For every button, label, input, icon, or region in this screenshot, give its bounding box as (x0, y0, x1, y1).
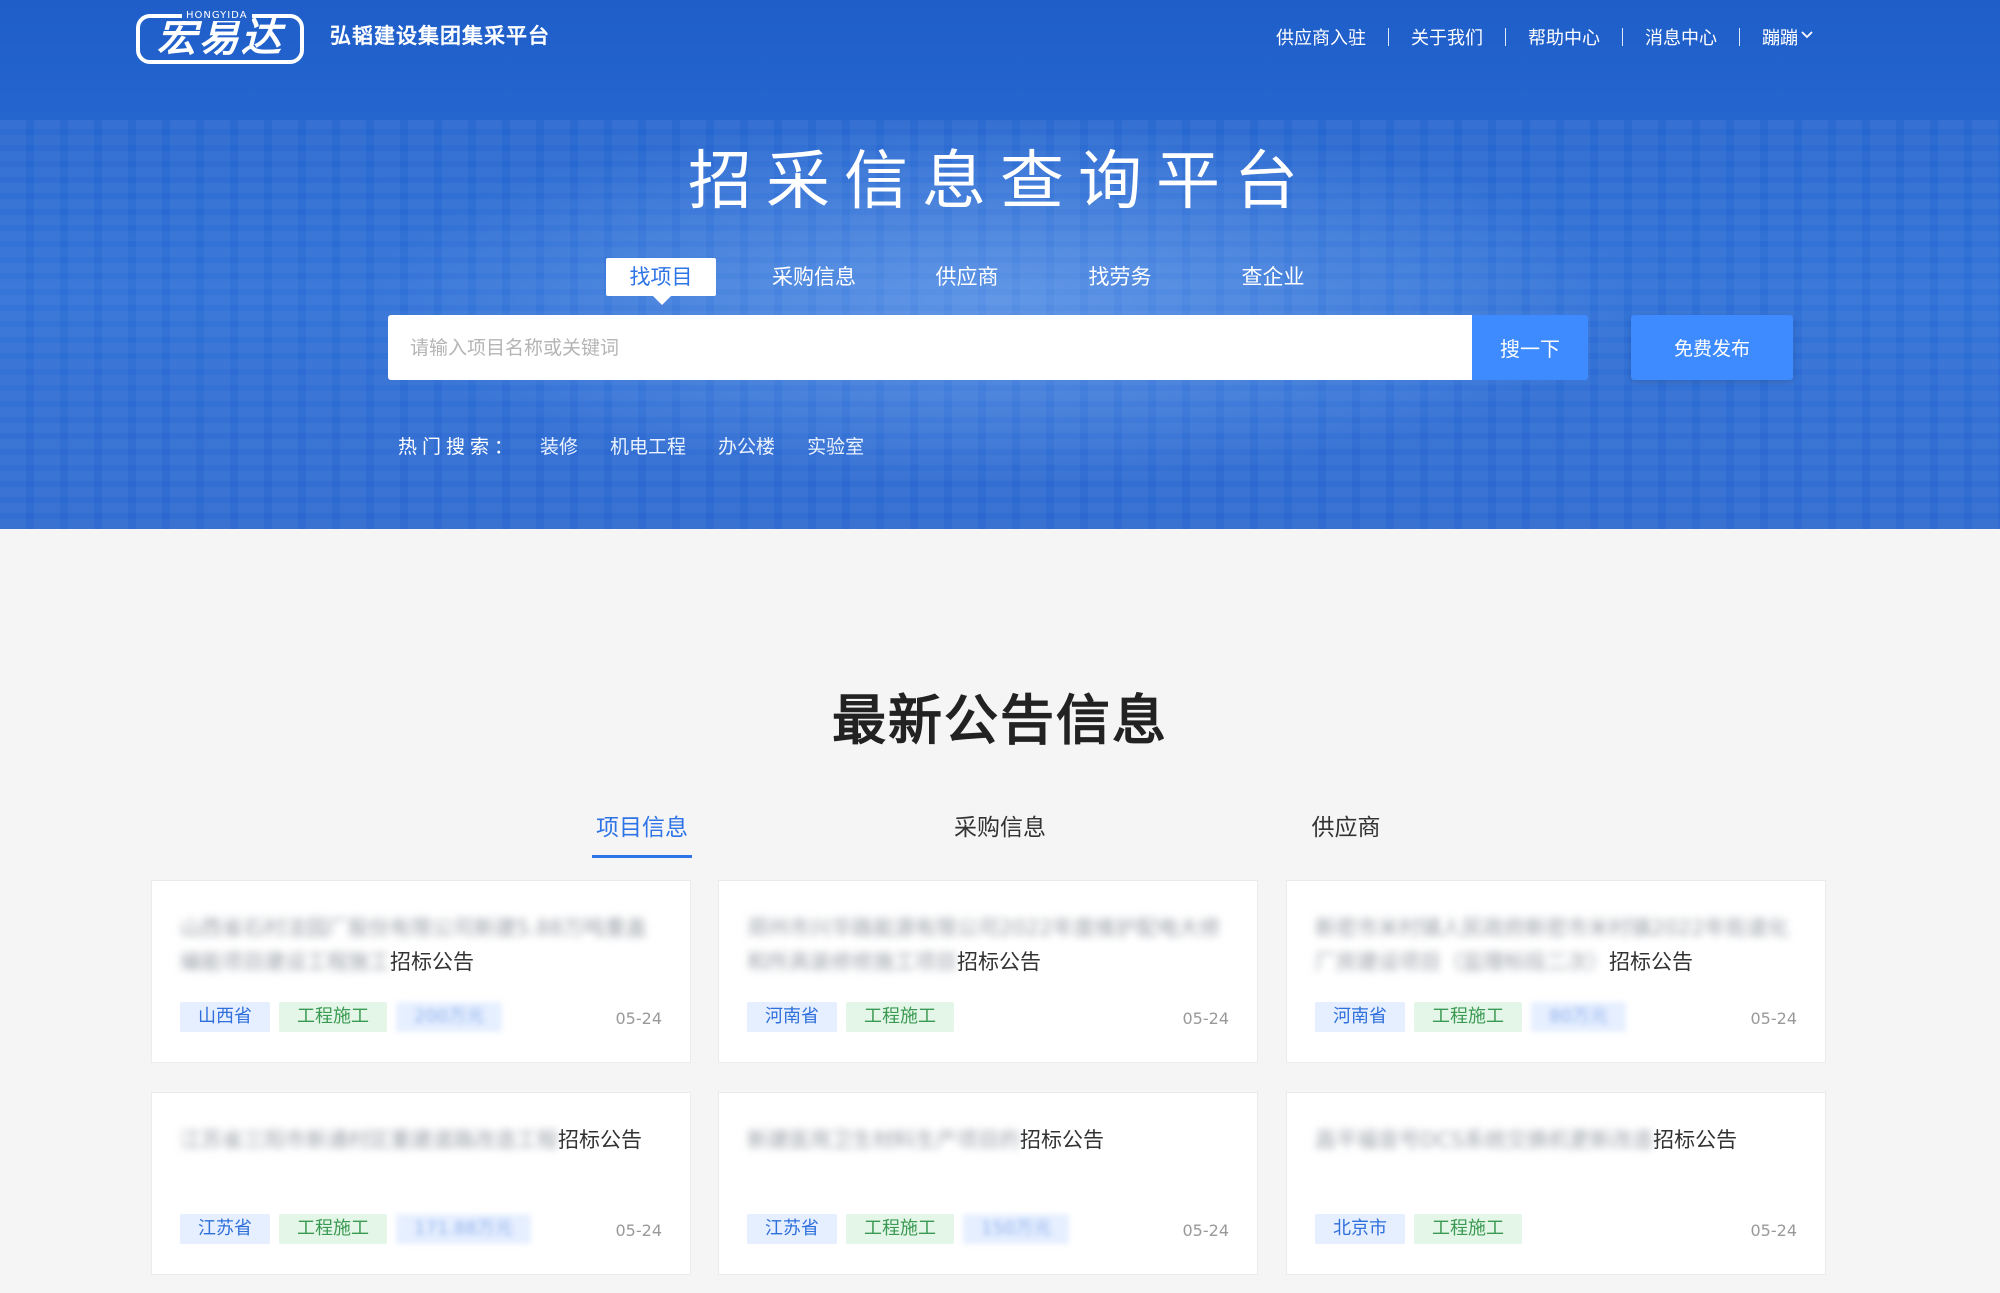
search-box (388, 315, 1472, 380)
notice-card[interactable]: 新建医用卫生材料生产项目的招标公告 江苏省 工程施工 150万元 05-24 (718, 1092, 1258, 1275)
notice-date: 05-24 (1750, 1009, 1798, 1028)
notice-title-blurred: 昌平福音号DCS系统交换机更新改造 (1315, 1128, 1654, 1152)
top-nav: 供应商入驻 关于我们 帮助中心 消息中心 蹦蹦 (1254, 22, 1820, 52)
hot-search: 热门搜索： 装修 机电工程 办公楼 实验室 (398, 432, 896, 459)
hero-banner: 宏易达 HONGYIDA 弘韬建设集团集采平台 供应商入驻 关于我们 帮助中心 … (0, 0, 2000, 529)
notice-card[interactable]: 新密市米村镇人民政府新密市米村镇2022年街道化厂房建设项目（监理标段二次）招标… (1286, 880, 1826, 1063)
amount-tag: 200万元 (396, 1002, 503, 1032)
notice-title-blurred: 新建医用卫生材料生产项目的 (747, 1128, 1020, 1152)
nav-supplier-join[interactable]: 供应商入驻 (1254, 24, 1388, 50)
tab-supplier[interactable]: 供应商 (1306, 808, 1386, 858)
type-tag: 工程施工 (279, 1002, 387, 1032)
top-bar: 宏易达 HONGYIDA 弘韬建设集团集采平台 供应商入驻 关于我们 帮助中心 … (0, 0, 2000, 72)
notice-title-suffix: 招标公告 (1020, 1128, 1104, 1152)
notice-date: 05-24 (615, 1221, 663, 1240)
chevron-down-icon[interactable] (1800, 28, 1814, 42)
region-tag: 江苏省 (180, 1214, 270, 1244)
notice-title[interactable]: 新密市米村镇人民政府新密市米村镇2022年街道化厂房建设项目（监理标段二次）招标… (1315, 911, 1801, 979)
notice-title-suffix: 招标公告 (957, 950, 1041, 974)
search-tab-company[interactable]: 查企业 (1218, 258, 1328, 296)
notice-title-blurred: 江苏省三阳市新通村区重建道路改造工程 (180, 1128, 558, 1152)
notice-tags: 江苏省 工程施工 171.88万元 (180, 1214, 540, 1244)
notice-title-blurred: 新密市米村镇人民政府新密市米村镇2022年街道化厂房建设项目（监理标段二次） (1315, 916, 1789, 974)
hero-title: 招采信息查询平台 (688, 145, 1312, 219)
notice-tags: 江苏省 工程施工 150万元 (747, 1214, 1078, 1244)
notice-tags: 山西省 工程施工 200万元 (180, 1002, 511, 1032)
nav-help-center[interactable]: 帮助中心 (1506, 24, 1622, 50)
notice-title-suffix: 招标公告 (558, 1128, 642, 1152)
type-tag: 工程施工 (1414, 1214, 1522, 1244)
site-name: 弘韬建设集团集采平台 (330, 24, 550, 48)
amount-tag: 80万元 (1531, 1002, 1626, 1032)
notice-tags: 河南省 工程施工 (747, 1002, 963, 1032)
notice-title[interactable]: 江苏省三阳市新通村区重建道路改造工程招标公告 (180, 1123, 666, 1157)
search-tab-procurement[interactable]: 采购信息 (759, 258, 869, 296)
region-tag: 河南省 (747, 1002, 837, 1032)
notice-title-suffix: 招标公告 (1653, 1128, 1738, 1152)
tab-procurement-info[interactable]: 采购信息 (950, 808, 1050, 858)
notice-title-suffix: 招标公告 (1609, 950, 1693, 974)
free-publish-button[interactable]: 免费发布 (1631, 315, 1793, 380)
notice-date: 05-24 (1182, 1221, 1230, 1240)
hot-search-item[interactable]: 机电工程 (610, 432, 686, 459)
logo-text: 宏易达 (157, 15, 283, 61)
amount-tag: 150万元 (963, 1214, 1070, 1244)
region-tag: 河南省 (1315, 1002, 1405, 1032)
notice-title[interactable]: 新建医用卫生材料生产项目的招标公告 (747, 1123, 1233, 1157)
section-title-latest: 最新公告信息 (832, 689, 1168, 752)
notice-card[interactable]: 山西省石村洼园厂股份有限公司新建5.88万吨重盖编能项目建设工程施工招标公告 山… (151, 880, 691, 1063)
search-tab-project[interactable]: 找项目 (606, 258, 716, 305)
search-input[interactable] (388, 315, 1472, 380)
notice-card[interactable]: 江苏省三阳市新通村区重建道路改造工程招标公告 江苏省 工程施工 171.88万元… (151, 1092, 691, 1275)
tab-project-info[interactable]: 项目信息 (592, 808, 692, 858)
notice-tags: 北京市 工程施工 (1315, 1214, 1531, 1244)
site-logo[interactable]: 宏易达 HONGYIDA (136, 10, 304, 64)
hot-search-label: 热门搜索： (398, 436, 519, 458)
notice-title[interactable]: 山西省石村洼园厂股份有限公司新建5.88万吨重盖编能项目建设工程施工招标公告 (180, 911, 666, 979)
notice-tabs: 项目信息 采购信息 供应商 (0, 808, 2000, 858)
nav-message-center[interactable]: 消息中心 (1623, 24, 1739, 50)
notice-date: 05-24 (1750, 1221, 1798, 1240)
nav-about-us[interactable]: 关于我们 (1389, 24, 1505, 50)
notice-title-suffix: 招标公告 (390, 950, 474, 974)
region-tag: 江苏省 (747, 1214, 837, 1244)
notice-date: 05-24 (1182, 1009, 1230, 1028)
search-tab-supplier[interactable]: 供应商 (912, 258, 1022, 296)
type-tag: 工程施工 (846, 1214, 954, 1244)
type-tag: 工程施工 (846, 1002, 954, 1032)
amount-tag: 171.88万元 (396, 1214, 531, 1244)
search-tabs: 找项目 采购信息 供应商 找劳务 查企业 (606, 258, 1371, 305)
region-tag: 北京市 (1315, 1214, 1405, 1244)
hot-search-item[interactable]: 办公楼 (718, 432, 775, 459)
notice-title[interactable]: 昌平福音号DCS系统交换机更新改造招标公告 (1315, 1123, 1801, 1157)
region-tag: 山西省 (180, 1002, 270, 1032)
notice-date: 05-24 (615, 1009, 663, 1028)
notice-card[interactable]: 昌平福音号DCS系统交换机更新改造招标公告 北京市 工程施工 05-24 (1286, 1092, 1826, 1275)
notice-title[interactable]: 郑州市兴华路能源有限公司2022年度维护配电大修和所具装修修施工项目招标公告 (747, 911, 1233, 979)
type-tag: 工程施工 (279, 1214, 387, 1244)
hot-search-item[interactable]: 装修 (540, 432, 578, 459)
notice-card[interactable]: 郑州市兴华路能源有限公司2022年度维护配电大修和所具装修修施工项目招标公告 河… (718, 880, 1258, 1063)
search-button[interactable]: 搜一下 (1472, 315, 1588, 380)
type-tag: 工程施工 (1414, 1002, 1522, 1032)
logo-en-text: HONGYIDA (182, 10, 252, 21)
notice-tags: 河南省 工程施工 80万元 (1315, 1002, 1635, 1032)
hot-search-item[interactable]: 实验室 (807, 432, 864, 459)
search-tab-labor[interactable]: 找劳务 (1065, 258, 1175, 296)
